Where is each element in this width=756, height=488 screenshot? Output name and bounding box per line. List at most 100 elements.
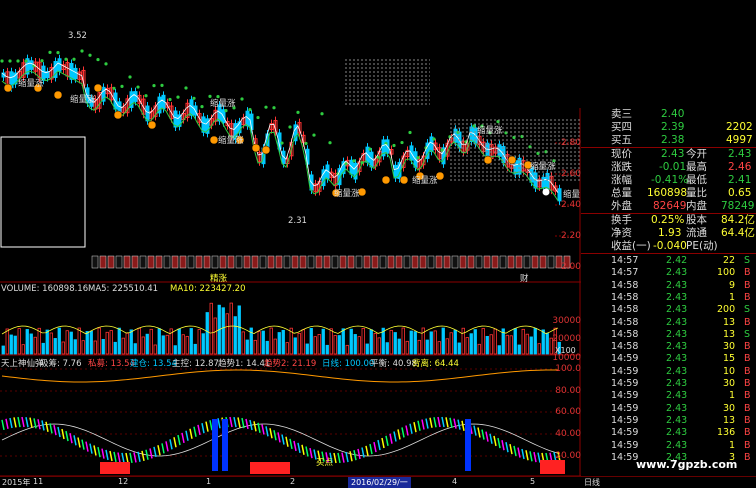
signal-band bbox=[347, 255, 355, 269]
indicator-tick: 80.00 bbox=[555, 386, 581, 396]
volume-bar bbox=[425, 339, 429, 355]
trade-time: 14:57 bbox=[611, 255, 639, 266]
annotation-label: 精涨 bbox=[210, 274, 228, 284]
indicator-ribbon bbox=[289, 438, 293, 449]
volume-bar bbox=[401, 327, 405, 355]
axis-year: 2015年 bbox=[2, 478, 31, 487]
indicator-ribbon bbox=[105, 449, 109, 461]
ma-dot bbox=[320, 112, 324, 116]
low-price-marker: 2.31 bbox=[288, 216, 307, 226]
signal-band bbox=[267, 255, 275, 269]
signal-band bbox=[371, 255, 379, 269]
annotation-label: 缩量涨 bbox=[210, 99, 236, 109]
indicator-ribbon bbox=[429, 417, 433, 428]
volume-bar bbox=[441, 327, 445, 355]
trade-row: 14:57 2.43 100 B bbox=[581, 267, 756, 279]
signal-band bbox=[171, 255, 179, 269]
volume-bar bbox=[457, 342, 461, 355]
annotation-label: 缩量涨 bbox=[218, 136, 244, 146]
volume-bar bbox=[525, 333, 529, 355]
indicator-ribbon bbox=[537, 452, 541, 463]
volume-bar bbox=[385, 342, 389, 355]
trade-row: 14:58 2.43 30 B bbox=[581, 341, 756, 353]
trade-volume: 13 bbox=[723, 316, 736, 328]
indicator-ribbon bbox=[373, 441, 377, 453]
indicator-ribbon bbox=[453, 418, 457, 429]
price-tick: 2.80 bbox=[560, 138, 581, 148]
volume-bar bbox=[189, 328, 193, 355]
volume-bar bbox=[201, 333, 205, 355]
volume-bar bbox=[25, 329, 29, 355]
signal-band bbox=[547, 255, 555, 269]
chart-area[interactable]: 2.80 2.60 2.40 2.20 2.00 3.52 2.31 缩量涨 缩… bbox=[0, 0, 581, 477]
indicator-ribbon bbox=[401, 427, 405, 438]
trade-row: 14:59 2.43 13 B bbox=[581, 415, 756, 427]
volume-bar bbox=[377, 337, 381, 355]
indicator-ribbon bbox=[21, 416, 25, 428]
ma-dot bbox=[368, 147, 372, 151]
candle-body bbox=[73, 67, 78, 80]
axis-month: 4 bbox=[452, 477, 458, 486]
indicator-ribbon bbox=[293, 440, 297, 452]
trade-time: 14:59 bbox=[611, 402, 639, 414]
ma-dot bbox=[88, 53, 92, 57]
volume-bar bbox=[129, 329, 133, 355]
indicator-value: 日线: 100.00 bbox=[322, 359, 375, 369]
indicator-value: 主控: 12.87 bbox=[172, 359, 219, 369]
indicator-ribbon bbox=[57, 426, 61, 438]
volume-bar bbox=[57, 327, 61, 355]
indicator-ribbon bbox=[481, 429, 485, 440]
volume-bar bbox=[537, 343, 541, 355]
volume-bar bbox=[61, 341, 65, 355]
trade-volume: 13 bbox=[723, 414, 736, 426]
signal-band bbox=[491, 255, 499, 269]
trade-volume: 10 bbox=[723, 365, 736, 377]
signal-band bbox=[403, 255, 411, 269]
ma-dot bbox=[272, 106, 276, 110]
signal-band bbox=[307, 255, 315, 269]
price-tick: 2.40 bbox=[560, 200, 581, 210]
indicator-ribbon bbox=[349, 451, 353, 462]
indicator-ribbon bbox=[505, 442, 509, 453]
trade-volume: 136 bbox=[717, 427, 736, 439]
volume-bar bbox=[105, 331, 109, 355]
volume-value: VOLUME: 160898.16 bbox=[1, 284, 89, 294]
indicator-ribbon bbox=[205, 421, 209, 432]
indicator-ribbon bbox=[1, 419, 5, 431]
candle-body bbox=[393, 164, 398, 179]
quote-panel: 卖三 2.40 买四 2.39 2202 买五 2.38 4997 现价 2.4… bbox=[581, 108, 756, 468]
trade-price: 2.43 bbox=[666, 341, 688, 353]
indicator-ribbon bbox=[493, 435, 497, 447]
ma-dot bbox=[48, 50, 52, 54]
ma-dot bbox=[440, 148, 444, 152]
volume-bar bbox=[1, 345, 5, 355]
ma-dot bbox=[248, 107, 252, 112]
stat-row: 净资 1.93 流通 64.4亿 bbox=[611, 227, 755, 239]
ma-dot bbox=[120, 84, 124, 89]
volume-bar bbox=[413, 331, 417, 355]
volume-bar bbox=[277, 332, 281, 355]
indicator-value: 趋势2: 21.19 bbox=[264, 359, 317, 369]
trade-side: B bbox=[744, 390, 751, 402]
indicator-ribbon bbox=[237, 417, 241, 428]
trade-side: B bbox=[744, 353, 751, 365]
trade-volume: 22 bbox=[723, 255, 736, 266]
indicator-ribbon bbox=[345, 451, 349, 463]
indicator-value: 建仓: 13.54 bbox=[130, 359, 177, 369]
volume-bar bbox=[429, 331, 433, 355]
indicator-ribbon bbox=[129, 452, 133, 464]
indicator-ribbon bbox=[145, 449, 149, 460]
volume-bar bbox=[373, 333, 377, 355]
indicator-ribbon bbox=[201, 423, 205, 434]
volume-bar bbox=[245, 339, 249, 355]
volume-bar bbox=[29, 333, 33, 355]
indicator-ribbon bbox=[393, 431, 397, 442]
volume-bar bbox=[197, 329, 201, 355]
volume-ma5: MA5: 225510.41 bbox=[88, 284, 159, 294]
ma-dot bbox=[184, 86, 188, 90]
volume-bar bbox=[85, 331, 89, 355]
ma-dot bbox=[8, 59, 12, 63]
tab-daily[interactable]: 日线 bbox=[584, 477, 600, 488]
trade-volume: 1 bbox=[729, 390, 736, 402]
indicator-ribbon bbox=[445, 417, 449, 428]
